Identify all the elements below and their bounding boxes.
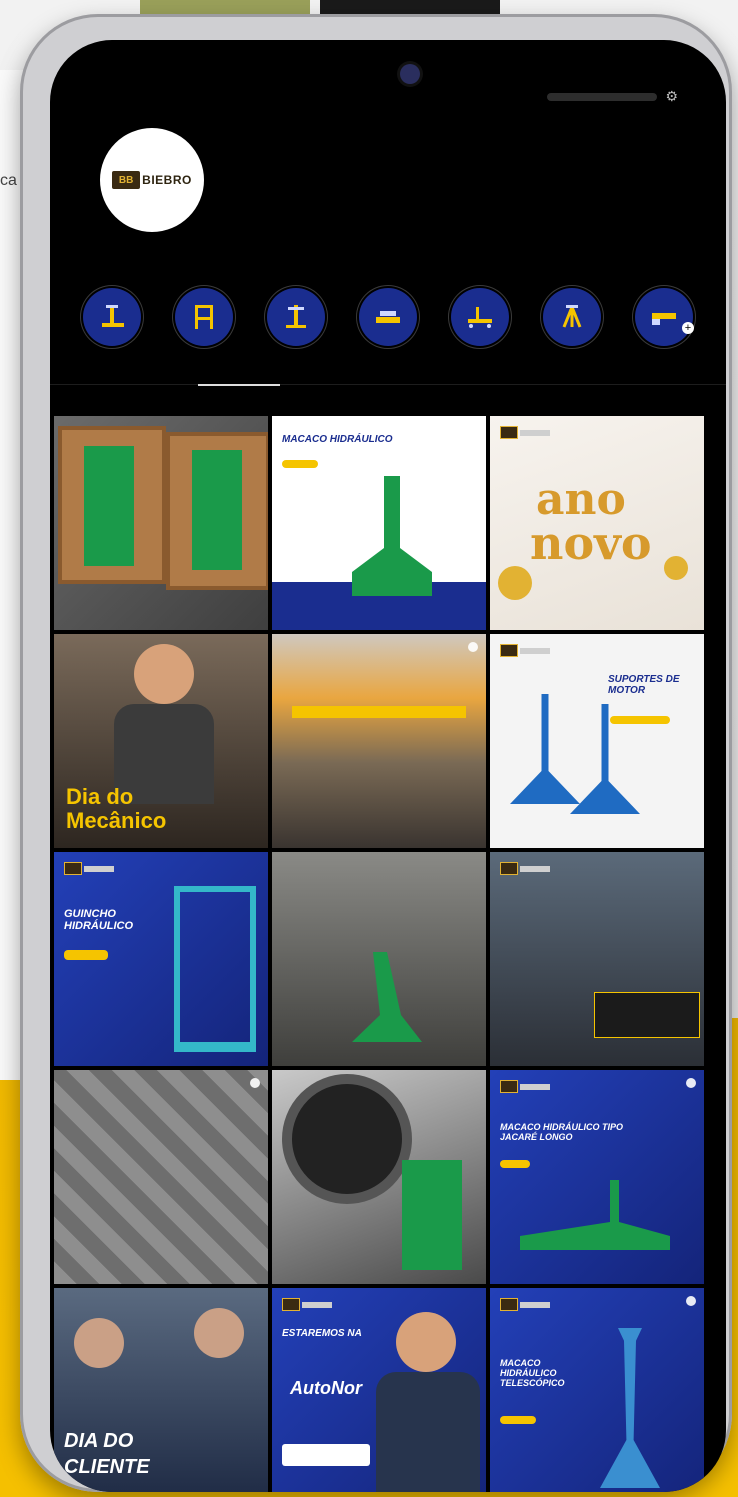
avatar[interactable]: BB BIEBRO bbox=[100, 128, 204, 232]
mechanic-face-image bbox=[134, 644, 194, 704]
post-tile[interactable]: ESTAREMOS NA AutoNor bbox=[272, 1288, 486, 1492]
post-tile[interactable]: MACACO HIDRÁULICO bbox=[272, 416, 486, 630]
post-headline: SUPORTES DE MOTOR bbox=[608, 674, 680, 696]
post-tile[interactable]: GUINCHO HIDRÁULICO bbox=[54, 852, 268, 1066]
post-subline: CLIENTE bbox=[64, 1456, 150, 1478]
post-headline: ESTAREMOS NA bbox=[282, 1328, 362, 1339]
creeper-icon bbox=[451, 288, 509, 346]
engine-stand-image bbox=[510, 694, 580, 804]
telescopic-jack-image bbox=[600, 1328, 660, 1488]
post-subline: novo bbox=[530, 516, 652, 570]
lift-bar-image bbox=[292, 706, 466, 718]
highlight-item[interactable] bbox=[256, 288, 336, 358]
event-logo-box bbox=[282, 1444, 370, 1466]
brand-mark bbox=[500, 1298, 550, 1311]
carousel-icon bbox=[686, 1296, 696, 1306]
tire-image bbox=[282, 1074, 412, 1204]
post-tile[interactable] bbox=[272, 1070, 486, 1284]
people-image bbox=[194, 1308, 244, 1358]
badge bbox=[282, 460, 318, 468]
badge bbox=[64, 950, 108, 960]
post-tile[interactable]: DIA DO CLIENTE bbox=[54, 1288, 268, 1492]
post-tile[interactable] bbox=[272, 852, 486, 1066]
brand-mark bbox=[64, 862, 114, 875]
jack-icon bbox=[83, 288, 141, 346]
tab-indicator bbox=[198, 384, 280, 386]
carousel-icon bbox=[250, 1078, 260, 1088]
posts-grid: MACACO HIDRÁULICO ano novo Dia do Mecâni… bbox=[54, 416, 706, 1492]
post-headline: MACACO HIDRÁULICO bbox=[282, 434, 393, 445]
caption-box bbox=[594, 992, 700, 1038]
long-jack-image bbox=[520, 1180, 670, 1250]
post-tile[interactable] bbox=[54, 416, 268, 630]
profile-header: BB BIEBRO bbox=[50, 100, 726, 270]
post-headline: MACACO HIDRÁULICO TIPO JACARÉ LONGO bbox=[500, 1122, 623, 1142]
post-headline: Dia do bbox=[66, 784, 134, 809]
phone-screen: ⚙ BB BIEBRO + MACACO HIDRÁULICO ano novo… bbox=[50, 40, 726, 1492]
post-subline: AutoNor bbox=[290, 1378, 362, 1398]
logo-mark: BB bbox=[112, 171, 141, 189]
green-jack-image bbox=[192, 450, 242, 570]
brand-mark bbox=[282, 1298, 332, 1311]
brand-mark bbox=[500, 862, 550, 875]
jack-image bbox=[352, 476, 432, 596]
highlight-item[interactable] bbox=[532, 288, 612, 358]
post-headline: DIA DO bbox=[64, 1430, 134, 1452]
post-tile[interactable]: SUPORTES DE MOTOR bbox=[490, 634, 704, 848]
ornament-image bbox=[664, 556, 688, 580]
person-face-image bbox=[396, 1312, 456, 1372]
person-body-image bbox=[376, 1372, 480, 1492]
brand-mark bbox=[500, 1080, 550, 1093]
post-tile[interactable] bbox=[490, 852, 704, 1066]
post-headline: GUINCHO HIDRÁULICO bbox=[64, 908, 134, 932]
badge bbox=[610, 716, 670, 724]
support-icon bbox=[543, 288, 601, 346]
post-headline: MACACO HIDRÁULICO TELESCÓPICO bbox=[500, 1358, 565, 1388]
highlight-item[interactable] bbox=[440, 288, 520, 358]
ornament-image bbox=[498, 566, 532, 600]
press-icon bbox=[175, 288, 233, 346]
post-tile[interactable]: Dia do Mecânico bbox=[54, 634, 268, 848]
people-image bbox=[74, 1318, 124, 1368]
badge bbox=[500, 1416, 536, 1424]
plus-icon[interactable]: + bbox=[682, 322, 694, 334]
story-highlights bbox=[50, 288, 726, 378]
post-tile[interactable] bbox=[272, 634, 486, 848]
post-tile[interactable]: MACACO HIDRÁULICO TELESCÓPICO bbox=[490, 1288, 704, 1492]
professional-dashboard-button[interactable] bbox=[547, 92, 658, 101]
camera-icon bbox=[400, 64, 420, 84]
post-tile[interactable]: MACACO HIDRÁULICO TIPO JACARÉ LONGO bbox=[490, 1070, 704, 1284]
brand-mark bbox=[500, 426, 550, 439]
lift-icon bbox=[359, 288, 417, 346]
tool-icon bbox=[635, 288, 693, 346]
profile-topbar: ⚙ bbox=[547, 88, 678, 105]
background-bar-dark bbox=[320, 0, 500, 14]
post-tile[interactable]: ano novo bbox=[490, 416, 704, 630]
post-subline: Mecânico bbox=[66, 808, 167, 833]
carousel-icon bbox=[468, 642, 478, 652]
stand-icon bbox=[267, 288, 325, 346]
phone-frame: ⚙ BB BIEBRO + MACACO HIDRÁULICO ano novo… bbox=[20, 14, 732, 1492]
badge bbox=[500, 1160, 530, 1168]
post-tile[interactable] bbox=[54, 1070, 268, 1284]
brand-mark bbox=[500, 644, 550, 657]
background-text-fragment: ca bbox=[0, 172, 17, 189]
highlight-item[interactable] bbox=[348, 288, 428, 358]
jack-in-use-image bbox=[352, 952, 422, 1042]
highlight-item[interactable] bbox=[72, 288, 152, 358]
highlight-item[interactable] bbox=[164, 288, 244, 358]
green-jack-image bbox=[84, 446, 134, 566]
carousel-icon bbox=[686, 1078, 696, 1088]
jack-image bbox=[402, 1160, 462, 1270]
press-image bbox=[174, 886, 256, 1052]
gear-icon[interactable]: ⚙ bbox=[665, 88, 678, 105]
logo-text: BIEBRO bbox=[142, 173, 192, 187]
brand-logo: BB BIEBRO bbox=[112, 171, 192, 189]
